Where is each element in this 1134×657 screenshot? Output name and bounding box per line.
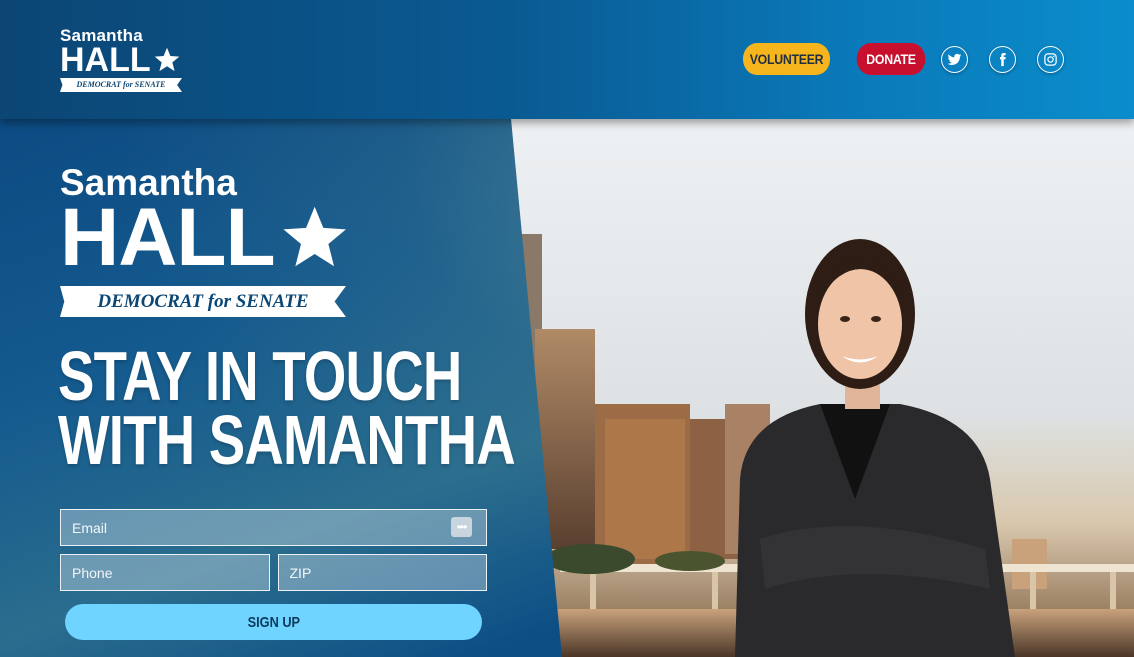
header-nav: VOLUNTEER DONATE bbox=[737, 43, 1064, 75]
instagram-icon bbox=[1044, 52, 1057, 66]
email-field[interactable] bbox=[60, 509, 487, 546]
donate-button[interactable]: DONATE bbox=[856, 43, 926, 75]
logo-tagline-ribbon: DEMOCRAT for SENATE bbox=[60, 78, 182, 92]
headline-line-1: STAY IN TOUCH bbox=[58, 337, 462, 415]
hero-logo-last-name: HALL bbox=[60, 192, 350, 283]
facebook-link[interactable] bbox=[989, 45, 1016, 73]
twitter-icon bbox=[947, 53, 962, 65]
phone-zip-row bbox=[60, 554, 487, 591]
signup-form: ••• SIGN UP bbox=[60, 509, 487, 640]
hero-logo: Samantha HALL DEMOCRAT for SENATE bbox=[60, 164, 350, 319]
twitter-link[interactable] bbox=[941, 45, 968, 73]
email-field-wrapper: ••• bbox=[60, 509, 487, 546]
phone-field[interactable] bbox=[60, 554, 270, 591]
site-header: Samantha HALL DEMOCRAT for SENATE VOLUNT… bbox=[0, 0, 1134, 119]
star-icon bbox=[283, 206, 346, 267]
logo-last-name: HALL bbox=[60, 41, 185, 79]
signup-button-label: SIGN UP bbox=[247, 613, 300, 631]
hero-logo-last-name-text: HALL bbox=[60, 192, 276, 283]
hero-section: Samantha HALL DEMOCRAT for SENATE STAY I… bbox=[0, 119, 1134, 657]
password-manager-icon[interactable]: ••• bbox=[451, 517, 472, 537]
hero-headline: STAY IN TOUCH WITH SAMANTHA bbox=[58, 337, 516, 479]
instagram-link[interactable] bbox=[1037, 45, 1064, 73]
headline-line-2: WITH SAMANTHA bbox=[58, 401, 516, 479]
signup-button[interactable]: SIGN UP bbox=[65, 604, 482, 640]
volunteer-button[interactable]: VOLUNTEER bbox=[742, 43, 831, 75]
facebook-icon bbox=[1000, 52, 1006, 66]
logo-last-name-text: HALL bbox=[60, 41, 151, 79]
header-logo[interactable]: Samantha HALL DEMOCRAT for SENATE bbox=[60, 27, 185, 95]
hero-logo-tagline-ribbon: DEMOCRAT for SENATE bbox=[60, 286, 346, 317]
zip-field[interactable] bbox=[277, 554, 487, 591]
star-icon bbox=[154, 47, 179, 72]
